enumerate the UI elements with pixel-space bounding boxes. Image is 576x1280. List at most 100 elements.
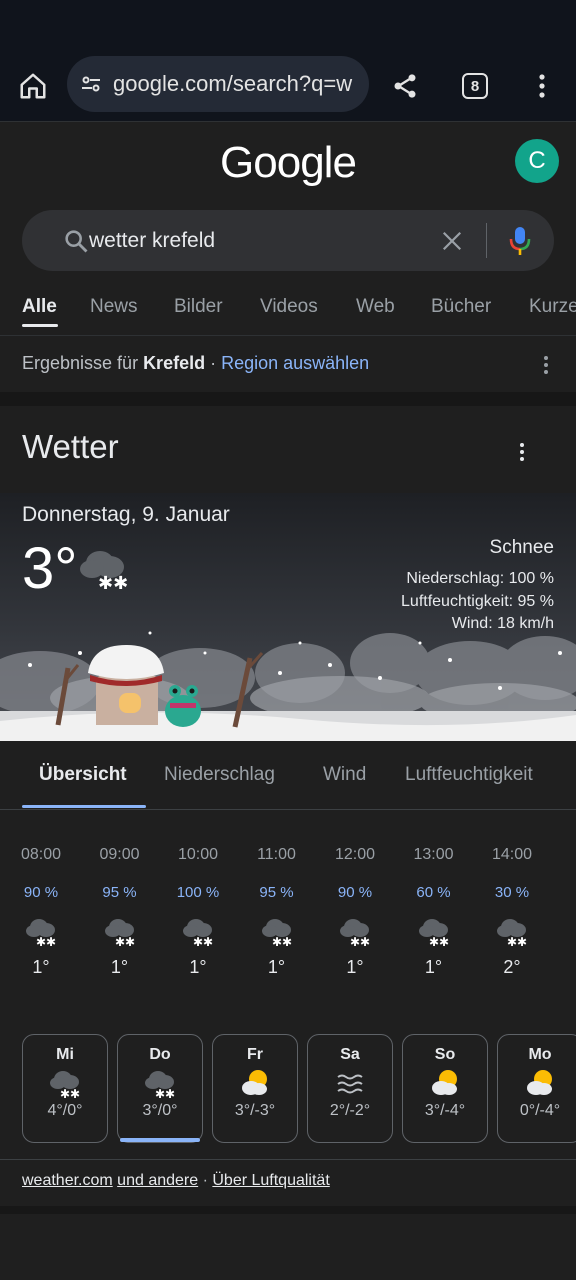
day-name: So	[434, 1046, 456, 1063]
region-more-icon[interactable]	[536, 354, 556, 376]
selected-day-indicator	[120, 1138, 200, 1142]
hourly-item: 13:00 60 % ✱✱ 1°	[399, 830, 469, 984]
hourly-item: 11:00 95 % ✱✱ 1°	[242, 830, 312, 984]
subtab-humidity[interactable]: Luftfeuchtigkeit	[405, 764, 533, 786]
clear-search-button[interactable]	[436, 225, 468, 257]
microphone-icon	[509, 227, 531, 255]
svg-text:✱✱: ✱✱	[350, 935, 370, 948]
day-name: Fr	[247, 1046, 263, 1063]
day-temps: 4°/0°	[47, 1102, 83, 1119]
hour-temp: 1°	[32, 957, 50, 977]
hourly-item: 09:00 95 % ✱✱ 1°	[85, 830, 155, 984]
search-box[interactable]: wetter krefeld	[22, 210, 554, 271]
share-button[interactable]	[381, 62, 429, 110]
svg-text:✱✱: ✱✱	[155, 1087, 175, 1100]
tab-switcher-button[interactable]: 8	[451, 62, 499, 110]
tab-books[interactable]: Bücher	[431, 296, 491, 318]
svg-text:✱✱: ✱✱	[115, 935, 135, 948]
subtab-wind[interactable]: Wind	[323, 764, 366, 786]
day-temps: 2°/-2°	[329, 1102, 371, 1119]
day-name: Sa	[340, 1046, 360, 1063]
weather-com-link[interactable]: weather.com	[22, 1172, 113, 1189]
hour-temp: 2°	[503, 957, 521, 977]
site-settings-icon[interactable]	[79, 72, 103, 96]
search-divider	[486, 223, 487, 258]
address-bar[interactable]: google.com/search?q=w	[67, 56, 369, 112]
url-text[interactable]: google.com/search?q=w	[113, 71, 352, 97]
hour-temp: 1°	[110, 957, 129, 977]
hour-time: 11:00	[257, 846, 296, 863]
tab-all[interactable]: Alle	[22, 296, 57, 318]
partly-sunny-icon	[213, 1064, 297, 1102]
fog-icon	[308, 1064, 392, 1102]
account-avatar[interactable]: C	[515, 139, 559, 183]
weather-title: Wetter	[22, 428, 119, 465]
footer-divider	[0, 1159, 576, 1160]
subtab-precipitation[interactable]: Niederschlag	[164, 764, 275, 786]
hour-time: 08:00	[20, 846, 62, 863]
svg-text:✱✱: ✱✱	[193, 935, 213, 948]
daily-forecast[interactable]: Mi ✱✱ 4°/0° Do ✱✱ 3°/0° Fr 3°/-3° Sa 2°/-2° So 3°/-…	[0, 1034, 576, 1144]
day-name: Do	[149, 1046, 171, 1063]
snow-cloud-icon: ✱✱	[118, 1064, 202, 1102]
svg-text:✱✱: ✱✱	[429, 935, 449, 948]
tab-videos[interactable]: Videos	[260, 296, 318, 318]
current-temperature: 3°	[22, 536, 78, 601]
hour-time: 13:00	[413, 846, 454, 863]
day-name: Mi	[56, 1046, 74, 1063]
hourly-item: 12:00 90 % ✱✱ 1°	[320, 830, 390, 984]
hourly-forecast[interactable]: 08:00 90 % ✱✱ 1° 09:00 95 % ✱✱ 1° 10:00 100 % ✱✱ 1°…	[0, 830, 576, 1010]
day-card[interactable]: Mo 0°/-4°	[497, 1034, 576, 1143]
hour-precip: 100 %	[176, 884, 220, 901]
day-card[interactable]: Fr 3°/-3°	[212, 1034, 298, 1143]
day-card[interactable]: Sa 2°/-2°	[307, 1034, 393, 1143]
day-temps: 3°/0°	[142, 1102, 178, 1119]
subtab-overview[interactable]: Übersicht	[39, 764, 127, 786]
snow-cloud-icon: ✱✱	[6, 908, 76, 954]
status-bar	[0, 0, 576, 52]
share-icon	[394, 74, 416, 98]
close-icon	[442, 231, 462, 251]
svg-text:✱✱: ✱✱	[98, 573, 128, 594]
weather-humidity: Luftfeuchtigkeit: 95 %	[401, 593, 554, 610]
bottom-separator	[0, 1206, 576, 1214]
snow-cloud-icon: ✱✱	[85, 908, 155, 954]
and-others-link[interactable]: und andere	[117, 1172, 198, 1189]
day-temps: 0°/-4°	[519, 1102, 561, 1119]
search-input[interactable]: wetter krefeld	[89, 229, 215, 253]
hourly-item: 14:00 30 % ✱✱ 2°	[477, 830, 547, 984]
voice-search-button[interactable]	[504, 225, 536, 257]
tab-news[interactable]: News	[90, 296, 138, 318]
snow-cloud-icon: ✱✱	[477, 908, 547, 954]
hour-time: 12:00	[334, 846, 376, 863]
day-card[interactable]: Mi ✱✱ 4°/0°	[22, 1034, 108, 1143]
tab-web[interactable]: Web	[356, 296, 395, 318]
tab-images[interactable]: Bilder	[174, 296, 223, 318]
weather-precipitation: Niederschlag: 100 %	[406, 570, 554, 587]
hour-precip: 95 %	[102, 884, 137, 901]
hour-precip: 30 %	[494, 884, 530, 901]
snow-cloud-icon: ✱✱	[399, 908, 469, 954]
svg-text:✱✱: ✱✱	[272, 935, 292, 948]
hour-precip: 90 %	[337, 884, 373, 901]
weather-hero: Donnerstag, 9. Januar 3° ✱✱ Schnee Niede…	[0, 493, 576, 741]
choose-region-link[interactable]: Region auswählen	[221, 353, 369, 373]
day-name: Mo	[528, 1046, 552, 1063]
tab-shorts[interactable]: Kurze	[529, 296, 576, 318]
day-card[interactable]: So 3°/-4°	[402, 1034, 488, 1143]
air-quality-link[interactable]: Über Luftqualität	[212, 1172, 329, 1189]
search-tabs: Alle News Bilder Videos Web Bücher Kurze	[0, 290, 576, 336]
snow-cloud-icon: ✱✱	[163, 908, 233, 954]
search-icon	[60, 225, 92, 257]
partly-sunny-icon	[498, 1064, 576, 1102]
hour-temp: 1°	[267, 957, 286, 977]
more-vert-icon	[539, 74, 545, 98]
snow-cloud-icon: ✱✱	[80, 551, 128, 594]
home-button[interactable]	[9, 62, 57, 110]
partly-sunny-icon	[403, 1064, 487, 1102]
google-logo[interactable]: Google	[0, 138, 576, 188]
snow-cloud-icon: ✱✱	[242, 908, 312, 954]
browser-menu-button[interactable]	[518, 62, 566, 110]
day-card[interactable]: Do ✱✱ 3°/0°	[117, 1034, 203, 1143]
weather-more-icon[interactable]	[512, 441, 532, 463]
